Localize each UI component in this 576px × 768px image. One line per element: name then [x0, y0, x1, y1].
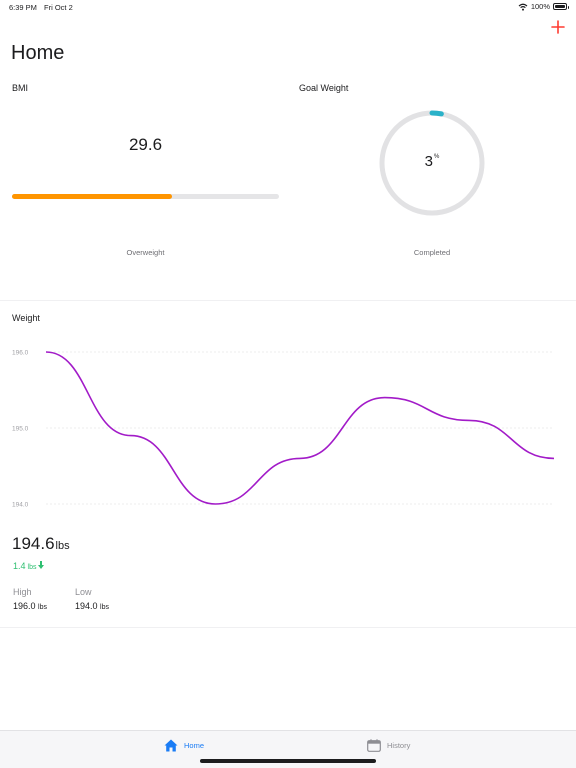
bmi-label: BMI — [12, 83, 29, 93]
status-date: Fri Oct 2 — [44, 3, 73, 12]
page-title: Home — [11, 42, 65, 64]
weight-chart: 196.0 195.0 194.0 — [12, 350, 555, 509]
home-icon — [164, 739, 178, 752]
battery-icon — [553, 3, 569, 10]
y-tick-label: 196.0 — [12, 350, 29, 357]
high-value-unit: lbs — [38, 604, 47, 611]
low-label: Low — [75, 587, 92, 597]
goal-percent-value: 3 — [424, 153, 433, 170]
low-value-unit: lbs — [100, 604, 109, 611]
bmi-value: 29.6 — [128, 135, 163, 154]
low-value: 194.0 lbs — [75, 601, 109, 611]
high-value-number: 196.0 — [13, 601, 36, 611]
weight-change-value: 1.4 — [13, 561, 26, 571]
home-indicator — [200, 759, 376, 763]
goal-percent: 3% — [378, 153, 486, 170]
goal-weight-label: Goal Weight — [299, 83, 349, 93]
section-divider — [0, 300, 576, 301]
current-weight: 194.6lbs — [12, 534, 70, 554]
tab-home-label: Home — [184, 741, 205, 750]
status-bar: 6:39 PM Fri Oct 2 100% — [0, 0, 576, 14]
current-weight-unit: lbs — [55, 540, 70, 552]
high-label: High — [13, 587, 32, 597]
plus-icon — [551, 20, 565, 34]
current-weight-value: 194.6 — [12, 534, 55, 553]
tab-history-label: History — [387, 741, 411, 750]
status-time: 6:39 PM — [9, 3, 37, 12]
calendar-icon — [367, 739, 381, 752]
high-value: 196.0 lbs — [13, 601, 47, 611]
wifi-icon — [518, 3, 528, 11]
weight-label: Weight — [12, 313, 40, 323]
weight-change-unit: lbs — [27, 564, 37, 571]
status-right: 100% — [518, 2, 569, 11]
add-button[interactable] — [549, 18, 567, 36]
bmi-progress-bar — [12, 194, 279, 199]
y-tick-label: 195.0 — [12, 426, 29, 433]
arrow-down-icon — [38, 561, 45, 569]
weight-change: 1.4 lbs — [13, 561, 45, 571]
goal-percent-unit: % — [434, 154, 440, 160]
tab-history[interactable]: History — [367, 739, 410, 752]
tab-home[interactable]: Home — [164, 739, 204, 752]
battery-percent: 100% — [530, 2, 550, 11]
bmi-progress-fill — [12, 194, 173, 199]
goal-status: Completed — [413, 248, 451, 257]
y-tick-label: 194.0 — [12, 502, 29, 509]
bmi-status: Overweight — [126, 248, 165, 257]
section-divider — [0, 627, 576, 628]
low-value-number: 194.0 — [75, 601, 98, 611]
